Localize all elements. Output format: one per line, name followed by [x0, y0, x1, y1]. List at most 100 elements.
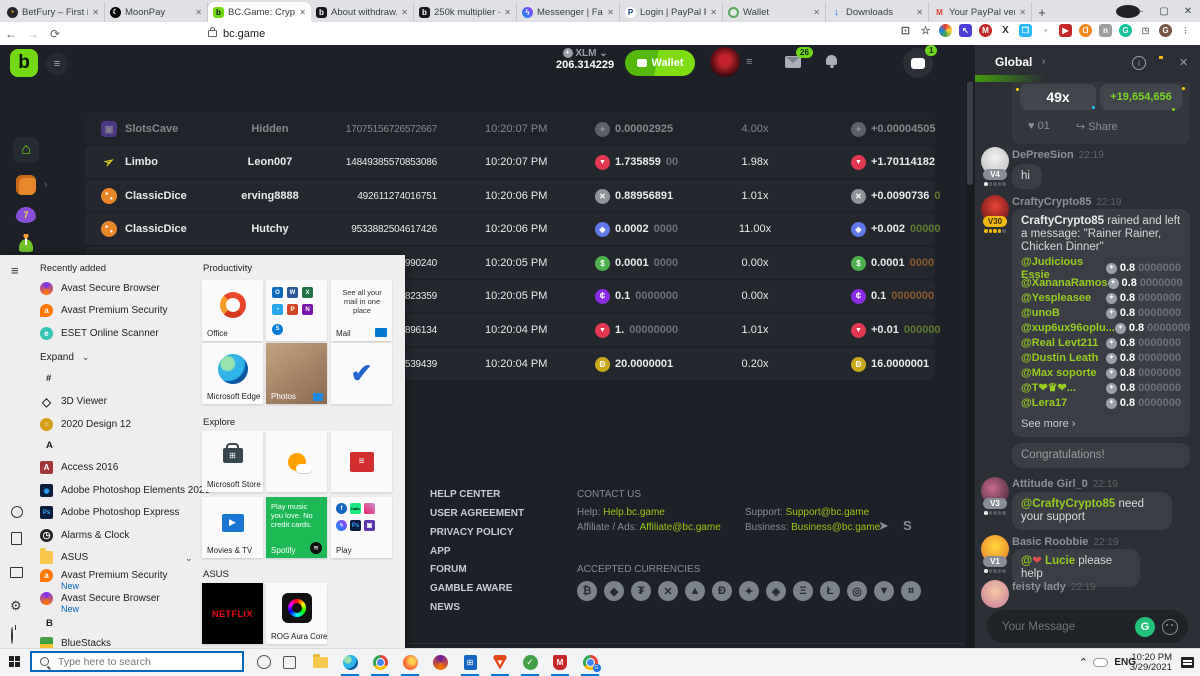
tab-moonpay[interactable]: MoonPay✕: [105, 2, 208, 22]
user-avatar[interactable]: [710, 47, 740, 77]
mention[interactable]: Lucie: [1042, 555, 1075, 567]
rain-recipient[interactable]: @Yespleasee: [1021, 292, 1091, 305]
tab-close-icon[interactable]: ✕: [92, 8, 99, 17]
start-app-avast-premium-new[interactable]: Avast Premium Security: [40, 568, 168, 583]
close-chat-icon[interactable]: ✕: [1179, 56, 1188, 69]
tab-close-icon[interactable]: ✕: [916, 8, 923, 17]
rain-recipient[interactable]: @unoB: [1021, 307, 1060, 320]
tile-netflix[interactable]: NETFLIX: [202, 583, 263, 644]
ext-grammarly-icon[interactable]: G: [1119, 24, 1132, 37]
documents-icon[interactable]: [11, 532, 22, 545]
tile-spotify[interactable]: Play music you love. No credit cards. Sp…: [266, 497, 327, 558]
chat-username[interactable]: feisty lady: [1012, 581, 1066, 593]
tab-close-icon[interactable]: ✕: [813, 8, 820, 17]
home-icon[interactable]: ⌂: [13, 137, 39, 163]
tab-messenger[interactable]: Messenger | Face✕: [517, 2, 620, 22]
minimize-button[interactable]: –: [1128, 6, 1152, 17]
forward-button[interactable]: →: [22, 27, 44, 41]
ext-x-icon[interactable]: X: [999, 24, 1012, 37]
taskbar-search-input[interactable]: [56, 655, 220, 669]
lock-icon[interactable]: [208, 30, 217, 37]
start-app-access[interactable]: Access 2016: [40, 460, 118, 475]
tile-weather[interactable]: [266, 431, 327, 492]
edge-button[interactable]: [342, 654, 358, 670]
footer-link-app[interactable]: APP: [430, 546, 451, 557]
help-link[interactable]: Help.bc.game: [603, 507, 665, 518]
action-center-button[interactable]: [1181, 649, 1194, 676]
share-button[interactable]: ↪ Share: [1076, 120, 1118, 133]
affiliate-link[interactable]: Affiliate@bc.game: [640, 522, 721, 533]
info-icon[interactable]: i: [1132, 56, 1146, 70]
calculator-button[interactable]: ⊞: [462, 654, 478, 670]
ext-cursor-icon[interactable]: ↖: [959, 24, 972, 37]
tab-close-icon[interactable]: ✕: [1019, 8, 1026, 17]
rain-recipient[interactable]: @XananaRamos: [1021, 277, 1108, 290]
onedrive-cloud-icon[interactable]: [1093, 649, 1108, 676]
see-more-button[interactable]: See more ›: [1021, 411, 1181, 431]
rain-recipient[interactable]: @Real Levt211: [1021, 337, 1098, 350]
tile-rog[interactable]: ROG Aura Core: [266, 583, 327, 644]
rain-recipient[interactable]: @Dustin Leath: [1021, 352, 1098, 365]
ext-copy-icon[interactable]: ❐: [1019, 24, 1032, 37]
footer-link-forum[interactable]: FORUM: [430, 564, 467, 575]
footer-link-privacy-policy[interactable]: PRIVACY POLICY: [430, 527, 514, 538]
tile-news[interactable]: ≡: [331, 431, 392, 492]
bcgame-logo[interactable]: b: [10, 49, 38, 77]
mail-icon[interactable]: [785, 56, 801, 68]
footer-link-gamble-aware[interactable]: GAMBLE AWARE: [430, 583, 512, 594]
settings-gear-icon[interactable]: ⚙: [10, 598, 22, 614]
sports-icon[interactable]: 7: [16, 207, 36, 223]
emoji-icon[interactable]: [1162, 619, 1178, 635]
tab-close-icon[interactable]: ✕: [401, 8, 408, 17]
tile-play[interactable]: fhulu ϟPs▣ Play: [331, 497, 392, 558]
tab-close-icon[interactable]: ✕: [299, 8, 306, 17]
reload-button[interactable]: ⟳: [44, 27, 66, 41]
start-app-ps-express[interactable]: Adobe Photoshop Express: [40, 505, 179, 520]
tile-office[interactable]: Office: [202, 280, 263, 341]
adguard-button[interactable]: ✓: [522, 654, 538, 670]
start-app-avast-secure-browser[interactable]: Avast Secure Browser: [40, 281, 160, 296]
tile-office-apps[interactable]: OWX ◔PN S: [266, 280, 327, 341]
business-link[interactable]: Business@bc.game: [791, 522, 880, 533]
ext-video-downloader-icon[interactable]: ▶: [1059, 24, 1072, 37]
bookmark-star-icon[interactable]: ☆: [919, 24, 932, 37]
win-share-card[interactable]: 49x +19,654,656 ♥ 01 ↪ Share: [1012, 82, 1190, 144]
start-hamburger-icon[interactable]: ≡: [11, 263, 19, 278]
start-app-eset[interactable]: ESET Online Scanner: [40, 326, 159, 341]
bet-row[interactable]: ClassicDice Hutchy 9533882504617426 10:2…: [85, 213, 935, 245]
ext-metamask-icon[interactable]: ᗡ: [1079, 24, 1092, 37]
brave-button[interactable]: ▼: [492, 654, 508, 670]
tab-about-withdraw[interactable]: About withdraw. | B✕: [311, 2, 414, 22]
user-account-icon[interactable]: [11, 506, 23, 518]
close-button[interactable]: ✕: [1176, 6, 1200, 17]
taskbar-search[interactable]: [30, 651, 244, 672]
letter-group[interactable]: #: [46, 373, 51, 384]
tab-close-icon[interactable]: ✕: [710, 8, 717, 17]
tab-betfury[interactable]: BetFury – First i-Ga✕: [2, 2, 105, 22]
start-app-3d-viewer[interactable]: 3D Viewer: [40, 394, 107, 409]
skype-icon[interactable]: S: [903, 518, 912, 533]
chat-channel-tab[interactable]: Global: [995, 55, 1032, 69]
letter-group[interactable]: A: [46, 440, 53, 451]
tab-close-icon[interactable]: ✕: [195, 8, 202, 17]
start-app-asus-folder[interactable]: ASUS: [40, 550, 88, 565]
start-app-avast-premium[interactable]: Avast Premium Security: [40, 303, 168, 318]
tab-wallet[interactable]: Wallet✕: [723, 2, 826, 22]
chat-username[interactable]: CraftyCrypto85: [1012, 196, 1091, 208]
ext-mic-icon[interactable]: ♆: [1039, 24, 1052, 37]
start-app-2020-design[interactable]: 2020 Design 12: [40, 417, 131, 432]
tab-close-icon[interactable]: ✕: [504, 8, 511, 17]
support-link[interactable]: Support@bc.game: [786, 507, 870, 518]
ext-n-icon[interactable]: n: [1099, 24, 1112, 37]
tab-250k-multiplier[interactable]: 250k multiplier - S✕: [414, 2, 517, 22]
footer-link-user-agreement[interactable]: USER AGREEMENT: [430, 508, 524, 519]
tile-movies[interactable]: ▶Movies & TV: [202, 497, 263, 558]
tab-gmail-paypal[interactable]: Your PayPal verifica✕: [929, 2, 1032, 22]
chrome-profile-button[interactable]: G: [582, 654, 598, 670]
bet-row[interactable]: ClassicDice erving8888 492611274016751 1…: [85, 180, 935, 212]
start-app-avast-browser-new[interactable]: Avast Secure Browser: [40, 591, 160, 606]
reading-list-icon[interactable]: ⊡: [899, 24, 912, 37]
footer-link-help-center[interactable]: HELP CENTER: [430, 489, 500, 500]
letter-group[interactable]: B: [46, 618, 53, 629]
start-app-ps-elements[interactable]: Adobe Photoshop Elements 2020: [40, 483, 210, 498]
